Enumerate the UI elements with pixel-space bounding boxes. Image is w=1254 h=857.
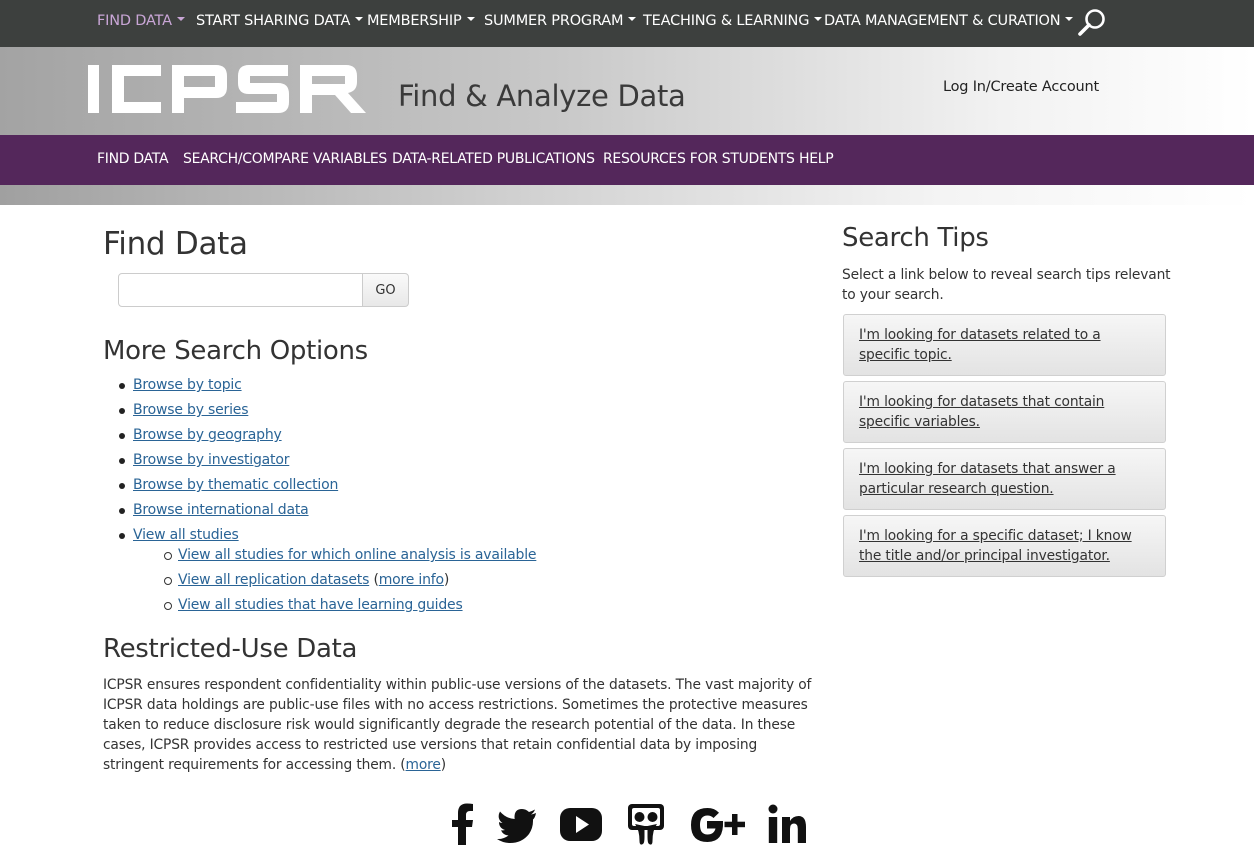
view-all-studies-link[interactable]: View all studies [133, 527, 239, 543]
bullet-icon [119, 433, 125, 439]
topnav-label: START SHARING DATA [196, 13, 351, 29]
bullet-icon [119, 408, 125, 414]
site-header: Find & Analyze Data Log In/Create Accoun… [0, 47, 1254, 135]
caret-down-icon [628, 17, 637, 21]
subnav-data-related-publications[interactable]: DATA-RELATED PUBLICATIONS [392, 151, 595, 167]
linkedin-icon[interactable] [766, 800, 808, 848]
restricted-use-description: ICPSR ensures respondent confidentiality… [103, 675, 815, 775]
browse-by-thematic-collection-link[interactable]: Browse by thematic collection [133, 477, 338, 493]
slideshare-icon[interactable] [624, 800, 668, 848]
paren-close: ) [443, 572, 450, 588]
browse-by-geography-link[interactable]: Browse by geography [133, 427, 282, 443]
twitter-icon[interactable] [496, 800, 538, 848]
view-learning-guides-studies-link[interactable]: View all studies that have learning guid… [178, 597, 463, 613]
browse-international-data-link[interactable]: Browse international data [133, 502, 309, 518]
more-info-link[interactable]: more info [379, 572, 444, 588]
magnifier-icon [1078, 9, 1105, 36]
youtube-icon[interactable] [558, 800, 604, 848]
view-online-analysis-studies-link[interactable]: View all studies for which online analys… [178, 547, 537, 563]
search-tip-topic[interactable]: I'm looking for datasets related to a sp… [843, 314, 1166, 376]
topnav-label: SUMMER PROGRAM [484, 13, 624, 29]
topnav-find-data[interactable]: FIND DATA [97, 13, 185, 29]
section-navigation: FIND DATA SEARCH/COMPARE VARIABLES DATA-… [0, 135, 1254, 185]
search-tip-research-question[interactable]: I'm looking for datasets that answer a p… [843, 448, 1166, 510]
find-data-search-input[interactable] [118, 273, 363, 307]
browse-by-series-link[interactable]: Browse by series [133, 402, 249, 418]
topnav-start-sharing-data[interactable]: START SHARING DATA [196, 13, 364, 29]
circle-bullet-icon [164, 577, 172, 585]
bullet-icon [119, 458, 125, 464]
top-navigation: FIND DATA START SHARING DATA MEMBERSHIP … [0, 0, 1254, 47]
caret-down-icon [466, 17, 475, 21]
restricted-use-text: ICPSR ensures respondent confidentiality… [103, 677, 812, 773]
circle-bullet-icon [164, 552, 172, 560]
login-link[interactable]: Log In/Create Account [943, 79, 1099, 95]
paren-close: ) [440, 757, 446, 773]
caret-down-icon [355, 17, 364, 21]
subnav-resources-for-students[interactable]: RESOURCES FOR STUDENTS [603, 151, 795, 167]
google-plus-icon[interactable] [689, 800, 747, 848]
search-tip-link[interactable]: I'm looking for datasets that contain sp… [859, 394, 1104, 430]
search-tip-variables[interactable]: I'm looking for datasets that contain sp… [843, 381, 1166, 443]
bullet-icon [119, 533, 125, 539]
topnav-membership[interactable]: MEMBERSHIP [367, 13, 475, 29]
caret-down-icon [176, 17, 185, 21]
site-title: Find & Analyze Data [398, 79, 686, 113]
search-toggle-button[interactable] [1076, 7, 1108, 39]
topnav-summer-program[interactable]: SUMMER PROGRAM [484, 13, 637, 29]
topnav-label: DATA MANAGEMENT & CURATION [824, 13, 1061, 29]
caret-down-icon [1065, 17, 1074, 21]
search-tips-heading: Search Tips [842, 223, 989, 253]
circle-bullet-icon [164, 602, 172, 610]
search-tip-link[interactable]: I'm looking for a specific dataset; I kn… [859, 528, 1132, 564]
restricted-use-heading: Restricted-Use Data [103, 634, 358, 664]
search-tip-link[interactable]: I'm looking for datasets that answer a p… [859, 461, 1116, 497]
topnav-label: FIND DATA [97, 13, 172, 29]
search-tip-specific-dataset[interactable]: I'm looking for a specific dataset; I kn… [843, 515, 1166, 577]
search-tips-intro: Select a link below to reveal search tip… [842, 267, 1171, 303]
go-button[interactable]: GO [362, 273, 409, 307]
facebook-icon[interactable] [448, 800, 476, 848]
bullet-icon [119, 508, 125, 514]
replication-datasets-item: View all replication datasets (more info… [178, 572, 449, 588]
topnav-teaching-learning[interactable]: TEACHING & LEARNING [643, 13, 823, 29]
view-replication-datasets-link[interactable]: View all replication datasets [178, 572, 369, 588]
subnav-search-compare-variables[interactable]: SEARCH/COMPARE VARIABLES [183, 151, 387, 167]
subnav-help[interactable]: HELP [799, 151, 834, 167]
bullet-icon [119, 483, 125, 489]
topnav-data-management-curation[interactable]: DATA MANAGEMENT & CURATION [824, 13, 1074, 29]
topnav-label: TEACHING & LEARNING [643, 13, 810, 29]
bullet-icon [119, 383, 125, 389]
more-search-options-heading: More Search Options [103, 336, 368, 366]
subnav-find-data[interactable]: FIND DATA [97, 151, 169, 167]
find-data-heading: Find Data [103, 226, 248, 262]
browse-by-topic-link[interactable]: Browse by topic [133, 377, 242, 393]
restricted-more-link[interactable]: more [406, 757, 441, 773]
browse-by-investigator-link[interactable]: Browse by investigator [133, 452, 289, 468]
icpsr-logo[interactable] [86, 61, 370, 117]
caret-down-icon [814, 17, 823, 21]
search-tip-link[interactable]: I'm looking for datasets related to a sp… [859, 327, 1101, 363]
topnav-label: MEMBERSHIP [367, 13, 462, 29]
decorative-gradient-bar [0, 185, 1254, 205]
